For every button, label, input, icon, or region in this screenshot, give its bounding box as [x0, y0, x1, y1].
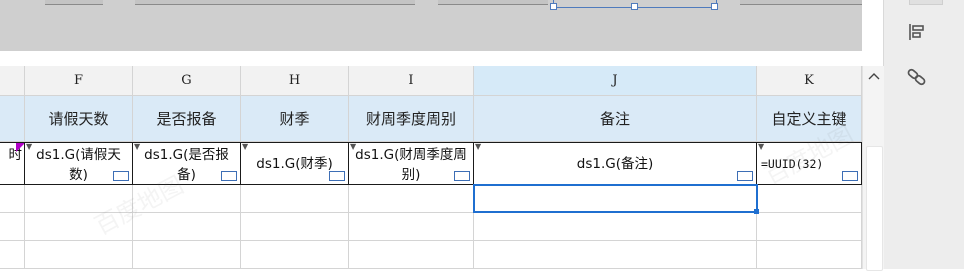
data-cell[interactable]: ▼ ds1.G(备注)	[474, 142, 757, 185]
empty-cell[interactable]	[133, 241, 241, 269]
spreadsheet-grid: F G H I J K 请假天数 是否报备 财季 财周季度周别 备注 自定义主键…	[0, 66, 862, 269]
resize-handle[interactable]	[711, 3, 718, 10]
data-cell[interactable]: ▼ ds1.G(请假天数)	[25, 142, 133, 185]
chevron-up-icon[interactable]	[863, 66, 884, 86]
data-cell[interactable]: ▼ =UUID(32)	[757, 142, 862, 185]
empty-cell[interactable]	[757, 213, 862, 241]
expand-arrow-icon: ▼	[242, 142, 249, 151]
header-cell[interactable]: 自定义主键	[757, 96, 862, 142]
header-cell[interactable]	[0, 96, 25, 142]
empty-cell[interactable]	[349, 213, 474, 241]
right-side-panel	[883, 0, 964, 269]
empty-cell[interactable]	[349, 241, 474, 269]
empty-cell[interactable]	[25, 213, 133, 241]
column-header-f[interactable]: F	[25, 66, 133, 96]
column-header-h[interactable]: H	[241, 66, 349, 96]
fill-handle[interactable]	[754, 209, 759, 214]
selected-cell[interactable]	[473, 184, 758, 213]
cell-flag	[16, 143, 24, 152]
data-cell[interactable]: ▼ ds1.G(财周季度周别)	[349, 142, 474, 185]
header-cell[interactable]: 请假天数	[25, 96, 133, 142]
canvas-area	[0, 0, 862, 51]
cell-expand-box[interactable]	[221, 171, 237, 181]
empty-cell[interactable]	[349, 185, 474, 213]
header-cell[interactable]: 是否报备	[133, 96, 241, 142]
empty-cell[interactable]	[757, 185, 862, 213]
empty-cell[interactable]	[133, 213, 241, 241]
column-header-j[interactable]: J	[474, 66, 757, 96]
empty-cell[interactable]	[25, 241, 133, 269]
header-cell[interactable]: 财季	[241, 96, 349, 142]
align-icon[interactable]	[906, 21, 928, 43]
empty-cell[interactable]	[0, 213, 25, 241]
data-cell-text: ds1.G(财周季度周别)	[355, 147, 467, 183]
expand-arrow-icon: ▼	[475, 142, 482, 151]
column-header[interactable]	[0, 66, 25, 96]
resize-handle[interactable]	[631, 3, 638, 10]
toolbar-control[interactable]	[45, 0, 103, 5]
cell-expand-box[interactable]	[737, 171, 753, 181]
data-cell[interactable]: ▼ ds1.G(是否报备)	[133, 142, 241, 185]
empty-cell[interactable]	[0, 241, 25, 269]
data-cell[interactable]: ▼ ds1.G(财季)	[241, 142, 349, 185]
expand-arrow-icon: ▼	[758, 142, 765, 151]
empty-cell[interactable]	[474, 213, 757, 241]
vertical-scrollbar[interactable]	[862, 66, 884, 271]
toolbar-control[interactable]	[740, 0, 862, 5]
column-header-i[interactable]: I	[349, 66, 474, 96]
toolbar-control[interactable]	[438, 0, 548, 5]
empty-cell[interactable]	[474, 241, 757, 269]
scrollbar-thumb[interactable]	[866, 146, 883, 271]
empty-cell[interactable]	[25, 185, 133, 213]
empty-cell[interactable]	[0, 185, 25, 213]
data-cell-text: ds1.G(备注)	[576, 156, 654, 172]
column-header-g[interactable]: G	[133, 66, 241, 96]
empty-cell[interactable]	[241, 213, 349, 241]
header-cell[interactable]: 备注	[474, 96, 757, 142]
column-header-k[interactable]: K	[757, 66, 862, 96]
data-cell[interactable]: 时	[0, 142, 25, 185]
cell-expand-box[interactable]	[329, 171, 345, 181]
empty-cell[interactable]	[241, 185, 349, 213]
empty-cell[interactable]	[757, 241, 862, 269]
cell-expand-box[interactable]	[454, 171, 470, 181]
panel-tab[interactable]	[909, 0, 943, 5]
cell-expand-box[interactable]	[842, 171, 858, 181]
empty-cell[interactable]	[241, 241, 349, 269]
toolbar-control[interactable]	[135, 0, 415, 5]
empty-cell[interactable]	[133, 185, 241, 213]
link-icon[interactable]	[906, 66, 928, 88]
resize-handle[interactable]	[550, 3, 557, 10]
cell-expand-box[interactable]	[113, 171, 129, 181]
header-cell[interactable]: 财周季度周别	[349, 96, 474, 142]
